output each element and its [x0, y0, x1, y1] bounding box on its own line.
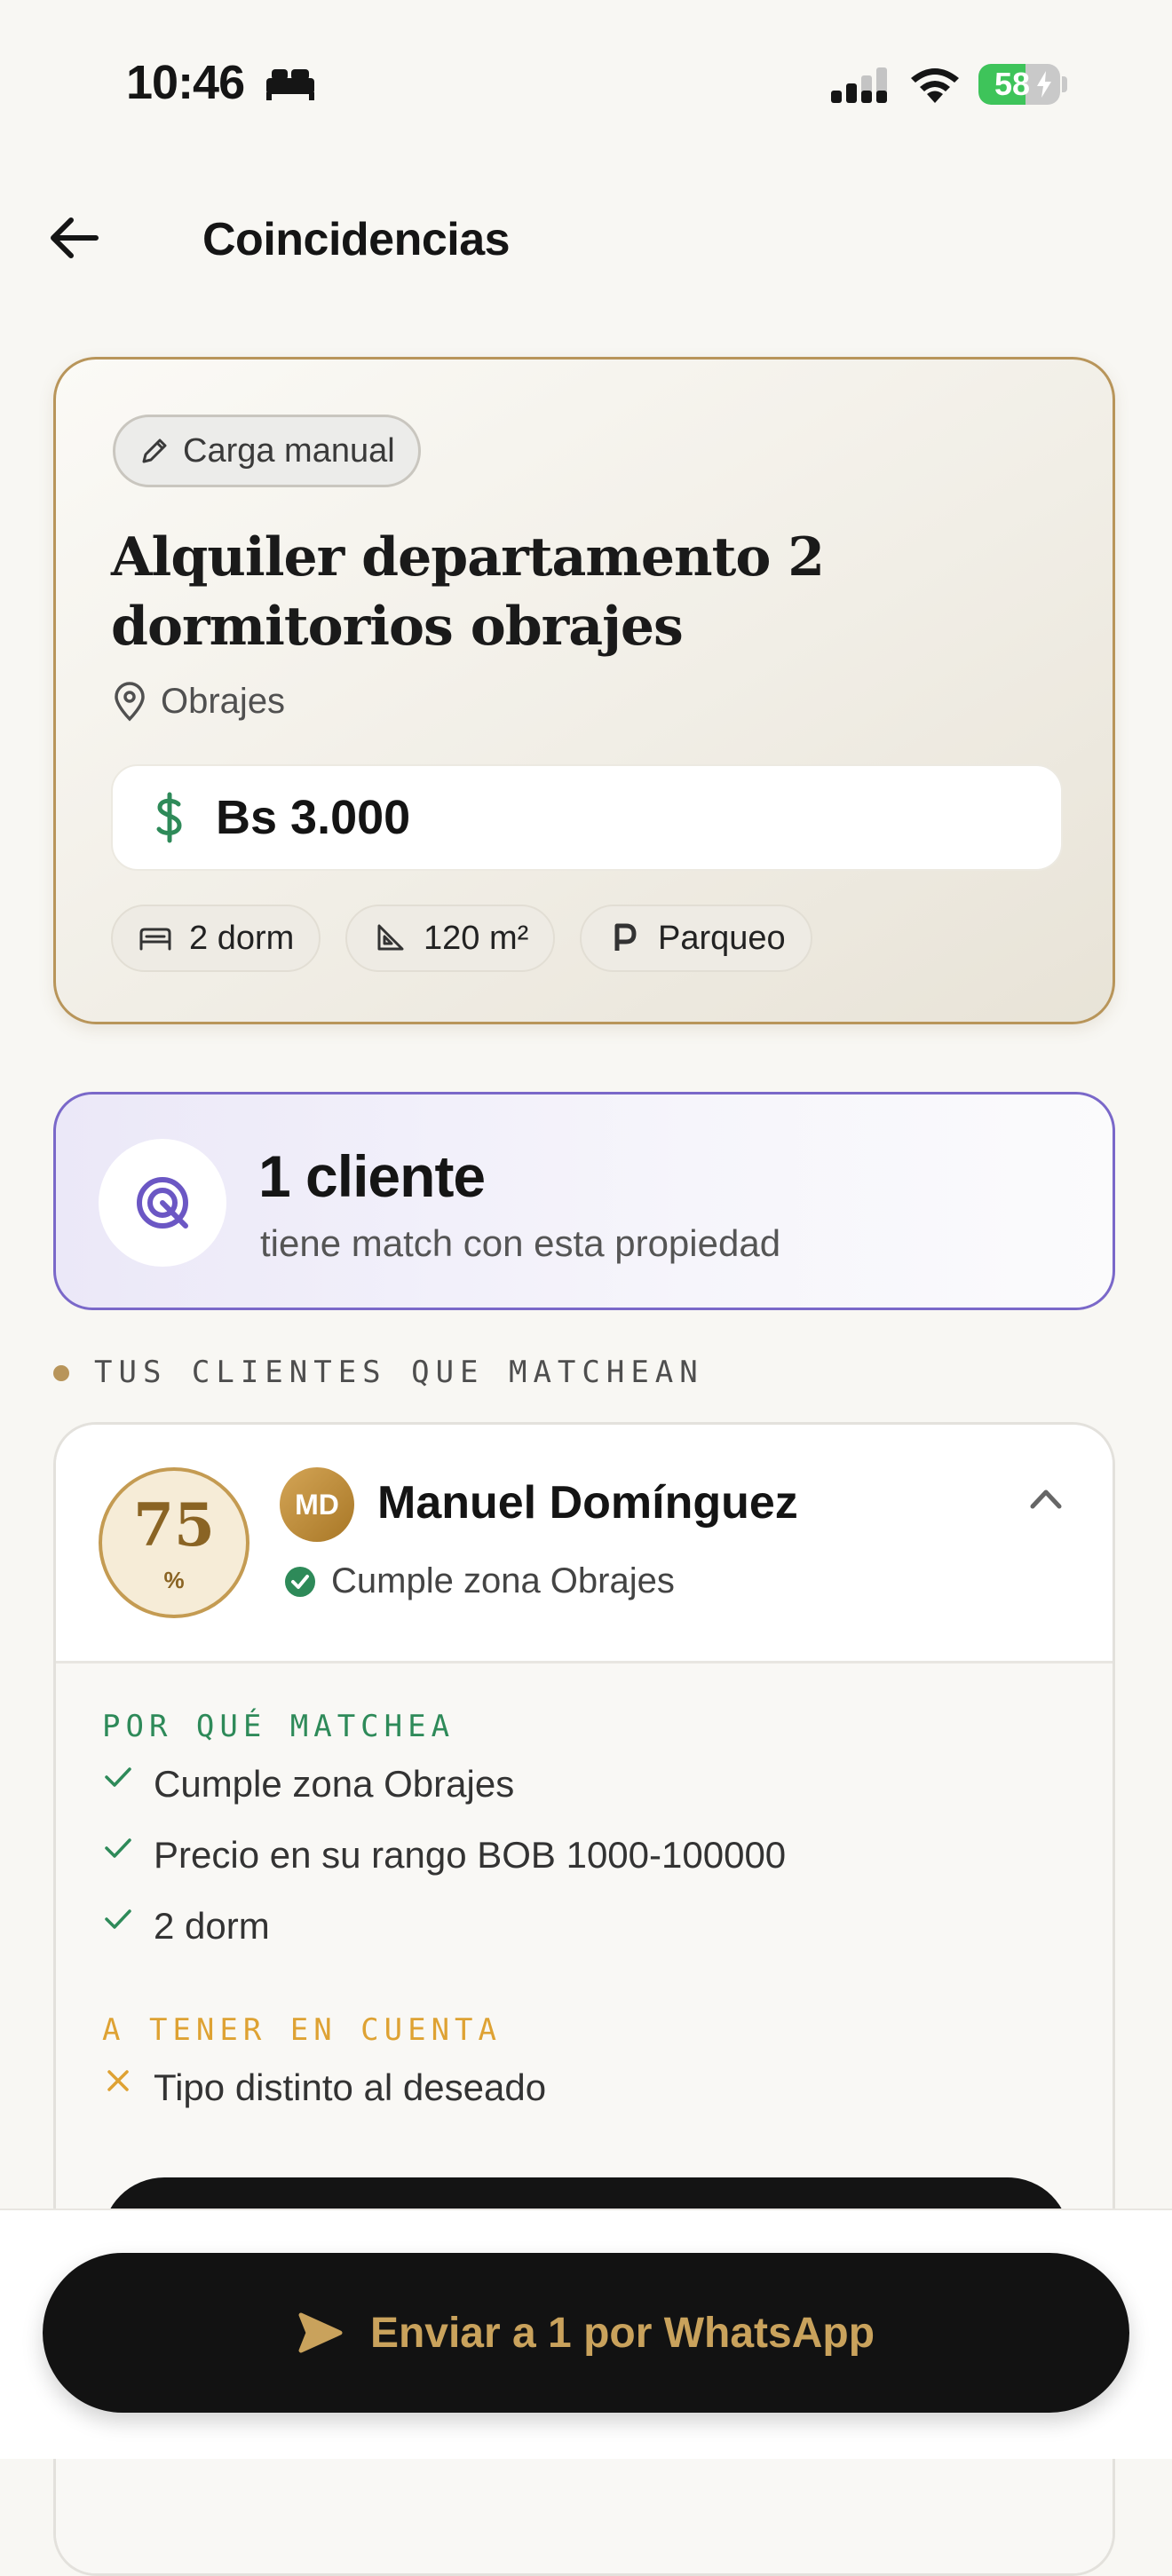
match-score-value: 75 [133, 1490, 215, 1560]
price-value: Bs 3.000 [216, 791, 411, 844]
warning-label: A TENER EN CUENTA [102, 2012, 502, 2048]
why-match-label: POR QUÉ MATCHEA [102, 1709, 455, 1744]
bedrooms-label: 2 dorm [189, 919, 295, 957]
match-subtitle: tiene match con esta propiedad [260, 1222, 781, 1264]
match-score-unit: % [163, 1567, 185, 1593]
target-icon-circle [99, 1139, 226, 1267]
reason-item: Precio en su rango BOB 1000-100000 [102, 1834, 786, 1877]
pencil-icon [142, 439, 167, 463]
section-label: TUS CLIENTES QUE MATCHEAN [94, 1355, 704, 1390]
location-pin-icon [115, 682, 145, 722]
sleep-focus-icon [266, 69, 314, 100]
client-zone-status: Cumple zona Obrajes [283, 1561, 675, 1601]
back-arrow-icon[interactable] [44, 213, 107, 263]
parking-icon [614, 923, 637, 951]
client-zone-label: Cumple zona Obrajes [331, 1561, 675, 1600]
bedrooms-chip: 2 dorm [111, 905, 321, 972]
status-time: 10:46 [126, 56, 245, 109]
property-location: Obrajes [111, 681, 285, 722]
property-card[interactable]: Carga manual Alquiler departamento 2 dor… [53, 357, 1115, 1024]
reason-item: Cumple zona Obrajes [102, 1763, 514, 1806]
battery-nub [1062, 76, 1067, 92]
check-icon [105, 1767, 131, 1787]
ruler-triangle-icon [377, 924, 404, 951]
target-icon [137, 1177, 188, 1229]
client-card-header[interactable]: 75 % MD Manuel Domínguez Cumple zona Obr… [56, 1425, 1113, 1663]
avatar: MD [280, 1467, 354, 1542]
section-dot [53, 1365, 69, 1381]
area-label: 120 m² [424, 919, 529, 957]
match-score-badge: 75 % [99, 1467, 249, 1618]
client-name: Manuel Domínguez [377, 1477, 798, 1529]
warning-text: Tipo distinto al deseado [154, 2066, 547, 2108]
match-summary-card: 1 cliente tiene match con esta propiedad [53, 1092, 1115, 1310]
reason-text: Cumple zona Obrajes [154, 1763, 515, 1805]
battery-indicator: 58 [978, 64, 1060, 105]
match-count: 1 cliente [258, 1143, 486, 1209]
check-circle-icon [285, 1566, 315, 1597]
manual-entry-badge: Carga manual [113, 415, 421, 487]
bed-icon [139, 928, 171, 951]
send-icon [298, 2312, 343, 2353]
location-label: Obrajes [161, 681, 286, 721]
check-icon [105, 1838, 131, 1858]
property-title: Alquiler departamento 2 dormitorios obra… [111, 526, 825, 658]
area-chip: 120 m² [345, 905, 556, 972]
manual-entry-label: Carga manual [183, 431, 395, 470]
close-icon [107, 2070, 129, 2091]
check-icon [105, 1909, 131, 1929]
reason-text: 2 dorm [154, 1905, 270, 1947]
price-box: Bs 3.000 [111, 764, 1063, 871]
reason-text: Precio en su rango BOB 1000-100000 [154, 1834, 787, 1876]
send-whatsapp-label: Enviar a 1 por WhatsApp [369, 2309, 875, 2357]
charging-bolt-icon [1037, 71, 1051, 98]
parking-label: Parqueo [658, 919, 786, 957]
send-whatsapp-button[interactable]: Enviar a 1 por WhatsApp [43, 2253, 1129, 2413]
cellular-signal-icon [831, 67, 887, 103]
chevron-up-icon[interactable] [1026, 1480, 1066, 1515]
reason-item: 2 dorm [102, 1905, 270, 1948]
dollar-icon [156, 792, 182, 843]
page-title: Coincidencias [202, 214, 511, 265]
warning-item: Tipo distinto al deseado [102, 2066, 546, 2109]
wifi-icon [911, 68, 959, 103]
parking-chip: Parqueo [580, 905, 812, 972]
